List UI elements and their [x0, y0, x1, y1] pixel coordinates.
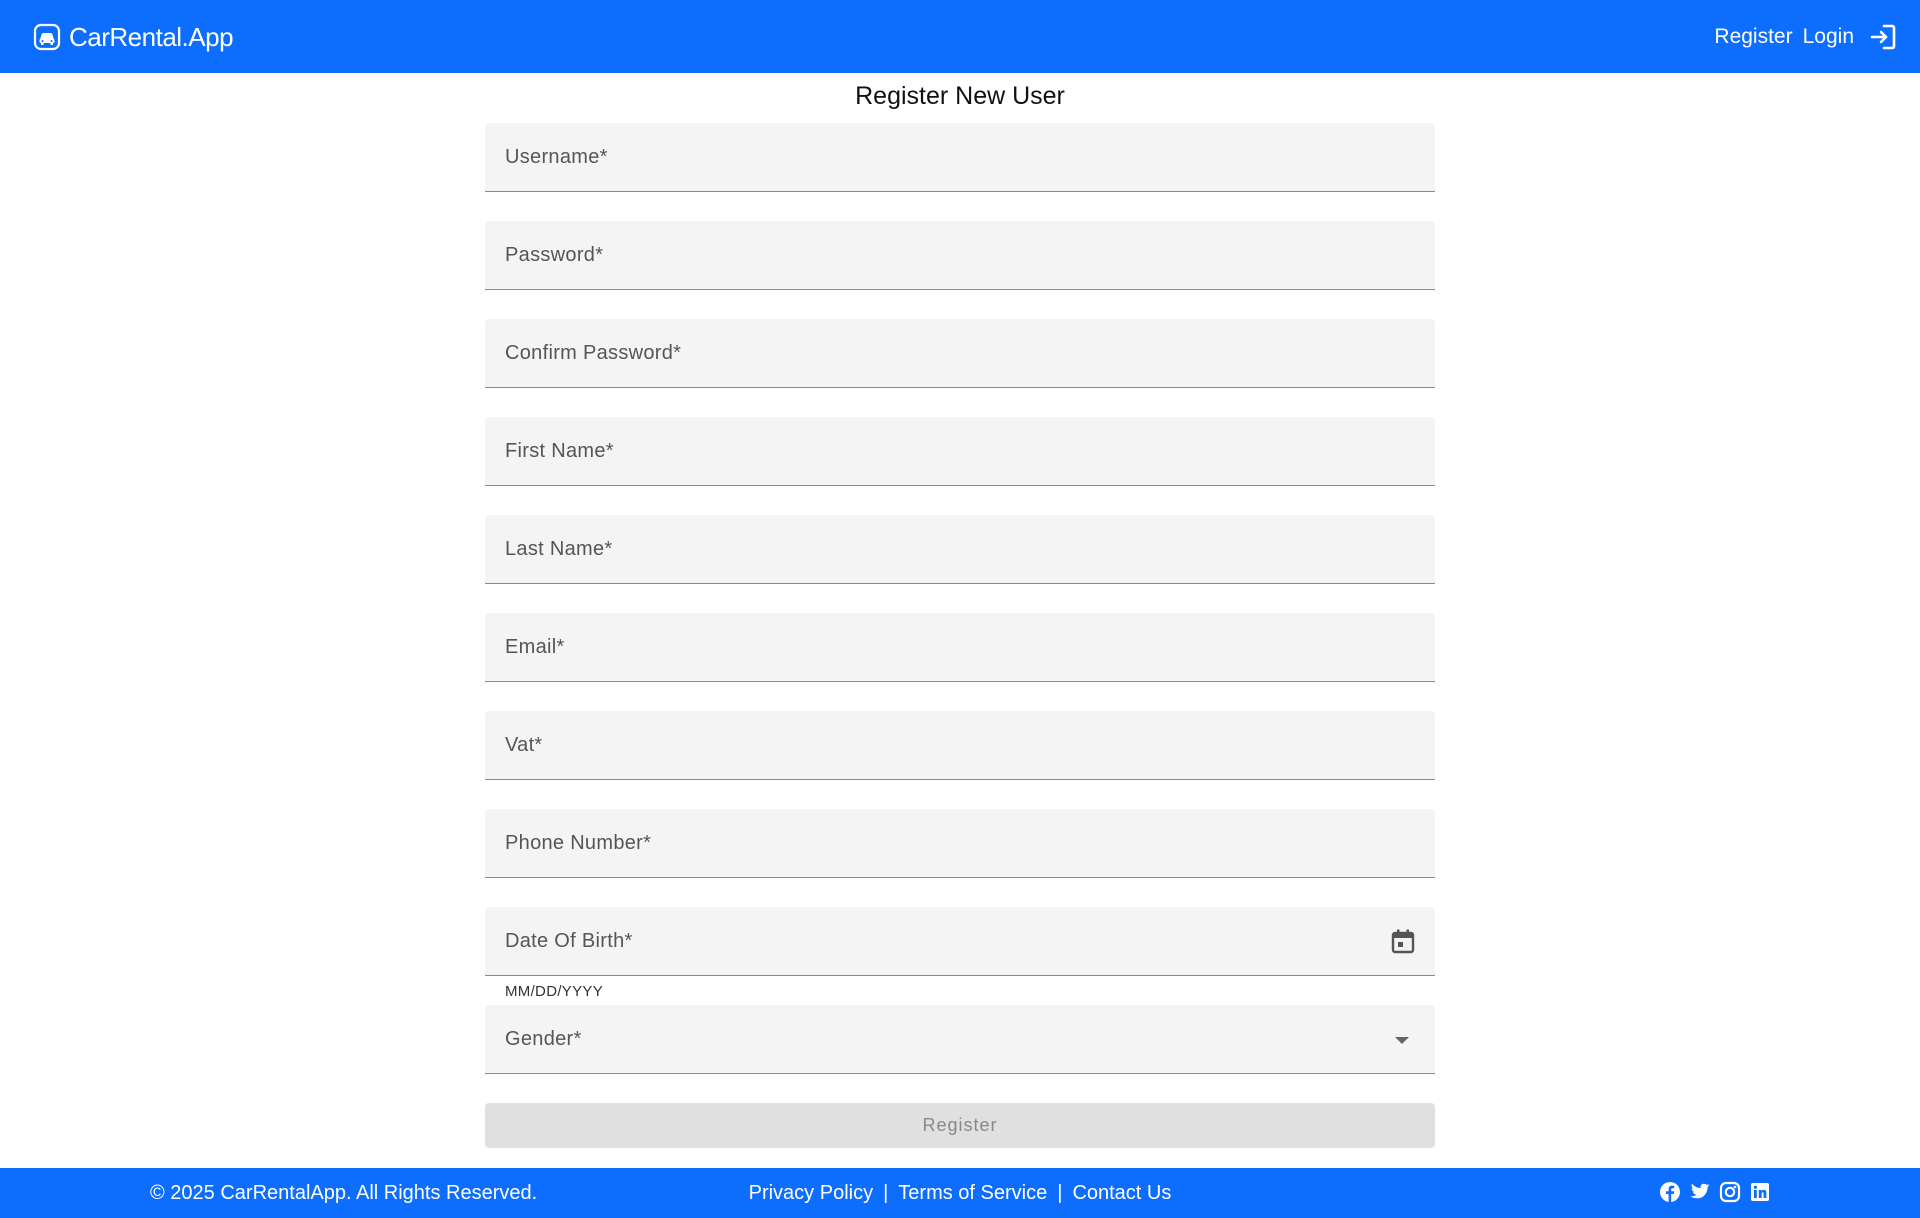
password-field[interactable]: Password*: [485, 221, 1435, 290]
vat-label: Vat*: [505, 734, 543, 756]
linkedin-icon[interactable]: [1749, 1181, 1771, 1203]
footer-links: Privacy Policy | Terms of Service | Contact …: [0, 1182, 1920, 1205]
link-separator: |: [883, 1182, 889, 1204]
date-format-hint: MM/DD/YYYY: [505, 983, 604, 1000]
confirm-password-field[interactable]: Confirm Password*: [485, 319, 1435, 388]
calendar-icon[interactable]: [1389, 927, 1417, 955]
first-name-label: First Name*: [505, 440, 614, 462]
username-field[interactable]: Username*: [485, 123, 1435, 192]
register-button[interactable]: Register: [485, 1103, 1435, 1148]
terms-of-service-link[interactable]: Terms of Service: [898, 1182, 1047, 1204]
phone-number-label: Phone Number*: [505, 832, 652, 854]
email-label: Email*: [505, 636, 565, 658]
login-icon[interactable]: [1868, 22, 1898, 52]
nav-register-link[interactable]: Register: [1714, 25, 1792, 49]
social-links: [1659, 1181, 1771, 1203]
brand-link[interactable]: CarRental.App: [33, 20, 234, 54]
top-navbar: CarRental.App Register Login: [0, 0, 1920, 73]
link-separator: |: [1057, 1182, 1063, 1204]
password-label: Password*: [505, 244, 604, 266]
nav-login-link[interactable]: Login: [1803, 25, 1854, 49]
page-title: Register New User: [855, 82, 1065, 110]
last-name-field[interactable]: Last Name*: [485, 515, 1435, 584]
facebook-icon[interactable]: [1659, 1181, 1681, 1203]
date-of-birth-field[interactable]: Date Of Birth*: [485, 907, 1435, 976]
first-name-field[interactable]: First Name*: [485, 417, 1435, 486]
gender-select[interactable]: Gender*: [485, 1005, 1435, 1074]
phone-number-field[interactable]: Phone Number*: [485, 809, 1435, 878]
twitter-icon[interactable]: [1689, 1181, 1711, 1203]
chevron-down-icon[interactable]: [1395, 1037, 1409, 1044]
privacy-policy-link[interactable]: Privacy Policy: [749, 1182, 873, 1204]
instagram-icon[interactable]: [1719, 1181, 1741, 1203]
gender-label: Gender*: [505, 1028, 582, 1050]
last-name-label: Last Name*: [505, 538, 613, 560]
contact-us-link[interactable]: Contact Us: [1072, 1182, 1171, 1204]
brand-name: CarRental.App: [69, 21, 234, 52]
email-field[interactable]: Email*: [485, 613, 1435, 682]
vat-field[interactable]: Vat*: [485, 711, 1435, 780]
date-of-birth-label: Date Of Birth*: [505, 930, 633, 952]
nav-actions: Register Login: [1714, 22, 1898, 52]
car-icon: [33, 23, 61, 51]
footer: © 2025 CarRentalApp. All Rights Reserved…: [0, 1168, 1920, 1218]
confirm-password-label: Confirm Password*: [505, 342, 682, 364]
username-label: Username*: [505, 146, 608, 168]
